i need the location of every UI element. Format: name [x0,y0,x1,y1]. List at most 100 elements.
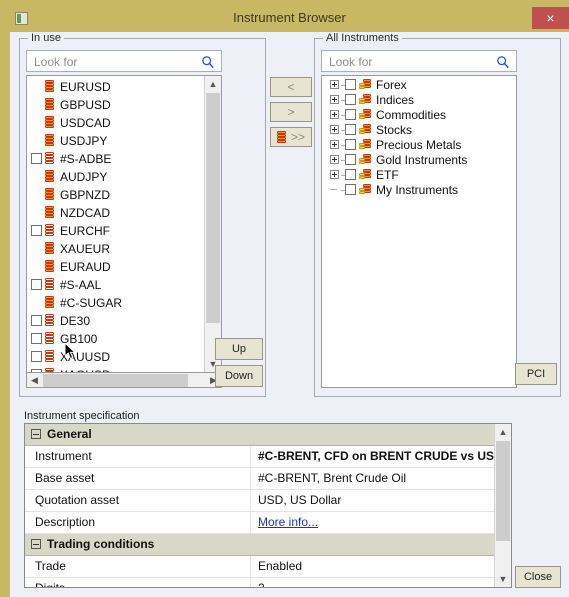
tree-item-checkbox[interactable] [345,169,356,180]
list-item[interactable]: AUDJPY [27,168,204,186]
specification-row: Quotation asset USD, US Dollar [25,490,495,512]
specification-key: Instrument [35,449,92,463]
list-item[interactable]: EURAUD [27,258,204,276]
list-item[interactable]: GBPUSD [27,96,204,114]
specification-value: #C-BRENT, CFD on BRENT CRUDE vs US Dolla… [258,449,495,463]
list-item-label: EURUSD [60,80,111,94]
list-item-label: GB100 [60,332,98,346]
list-item[interactable]: XAUUSD [27,348,204,366]
tree-item-checkbox[interactable] [345,109,356,120]
specification-key: Description [35,515,96,529]
expand-plus-icon[interactable] [330,155,339,164]
list-item-checkbox[interactable] [31,279,42,290]
move-selected-right-button[interactable]: > [270,102,312,122]
move-up-button[interactable]: Up [215,338,263,360]
tree-item-checkbox[interactable] [345,94,356,105]
move-all-right-button[interactable]: >> [270,127,312,147]
tree-item[interactable]: Stocks [322,123,516,138]
tree-item[interactable]: ETF [322,168,516,183]
window-close-button[interactable]: × [532,7,569,29]
list-item[interactable]: #S-AAL [27,276,204,294]
expand-plus-icon[interactable] [330,95,339,104]
instrument-group-icon [359,79,372,90]
instrument-browser-window: Instrument Browser × In use EURUSD GBPUSD… [0,0,569,597]
move-all-label: >> [290,130,305,144]
specification-vertical-scrollbar[interactable]: ▲ ▼ [494,424,511,587]
list-item[interactable]: GB100 [27,330,204,348]
list-item-label: XAUUSD [60,350,111,364]
list-item[interactable]: XAGUSD [27,366,204,372]
instrument-icon [45,314,54,327]
hscrollbar-thumb[interactable] [43,374,188,387]
list-item[interactable]: NZDCAD [27,204,204,222]
tree-item[interactable]: My Instruments [322,183,516,198]
tree-item[interactable]: Forex [322,78,516,93]
scroll-down-icon[interactable]: ▼ [495,571,511,587]
in-use-list[interactable]: EURUSD GBPUSD USDCAD USDJPY #S-ADBE AUDJPY GBP… [26,75,222,373]
tree-item-checkbox[interactable] [345,184,356,195]
specification-value: USD, US Dollar [258,493,342,507]
instrument-icon [45,134,54,147]
tree-item-checkbox[interactable] [345,79,356,90]
in-use-search[interactable] [26,50,222,73]
pci-button[interactable]: PCI [515,363,557,385]
list-item-label: XAGUSD [58,366,113,372]
instrument-specification-table[interactable]: General Instrument #C-BRENT, CFD on BRENT … [24,423,512,588]
specification-row: Trade Enabled [25,556,495,578]
list-item-checkbox[interactable] [31,315,42,326]
list-item[interactable]: #S-ADBE [27,150,204,168]
tree-item[interactable]: Gold Instruments [322,153,516,168]
in-use-search-input[interactable] [32,51,196,73]
expand-plus-icon[interactable] [330,110,339,119]
expand-plus-icon[interactable] [330,80,339,89]
tree-item-checkbox[interactable] [345,139,356,150]
in-use-list-horizontal-scrollbar[interactable]: ◀ ▶ [26,373,222,388]
list-item[interactable]: USDCAD [27,114,204,132]
in-use-list-vertical-scrollbar[interactable]: ▲ ▼ [204,76,221,372]
list-item[interactable]: XAUEUR [27,240,204,258]
list-item-checkbox[interactable] [31,351,42,362]
expand-plus-icon[interactable] [330,125,339,134]
all-instruments-tree[interactable]: Forex Indices Commodities Stocks Precious Me… [321,75,517,388]
tree-item-label: Indices [376,93,415,107]
tree-item-label: ETF [376,168,399,182]
scroll-left-icon[interactable]: ◀ [27,373,42,388]
list-item[interactable]: USDJPY [27,132,204,150]
list-item[interactable]: EURCHF [27,222,204,240]
dialog-client-area: In use EURUSD GBPUSD USDCAD USDJPY #S-ADBE AU… [10,32,569,597]
scrollbar-thumb[interactable] [496,441,510,541]
scrollbar-thumb[interactable] [206,93,220,323]
list-item[interactable]: GBPNZD [27,186,204,204]
scroll-up-icon[interactable]: ▲ [495,424,511,440]
list-item-checkbox[interactable] [31,153,42,164]
tree-item[interactable]: Indices [322,93,516,108]
list-item[interactable]: DE30 [27,312,204,330]
specification-key: General [47,427,92,441]
expand-plus-icon[interactable] [330,140,339,149]
tree-item-checkbox[interactable] [345,154,356,165]
scroll-up-icon[interactable]: ▲ [205,76,221,92]
list-item[interactable]: #C-SUGAR [27,294,204,312]
list-item-label: GBPUSD [60,98,111,112]
expand-plus-icon[interactable] [330,170,339,179]
tree-item[interactable]: Precious Metals [322,138,516,153]
close-button[interactable]: Close [515,566,561,588]
instrument-icon [45,206,54,219]
list-item-label: NZDCAD [60,206,110,220]
more-info-link[interactable]: More info... [258,515,318,529]
instrument-group-icon [359,154,372,165]
instrument-group-icon [359,184,372,195]
tree-item-checkbox[interactable] [345,124,356,135]
list-item-checkbox[interactable] [31,225,42,236]
tree-item[interactable]: Commodities [322,108,516,123]
move-down-button[interactable]: Down [215,365,263,387]
instrument-specification-caption: Instrument specification [24,410,140,422]
instrument-icon [45,296,54,309]
tree-branch-icon [330,185,339,194]
list-item[interactable]: EURUSD [27,78,204,96]
all-instruments-search-input[interactable] [327,51,491,73]
instrument-icon [45,188,54,201]
list-item-checkbox[interactable] [31,333,42,344]
all-instruments-search[interactable] [321,50,517,73]
move-selected-left-button[interactable]: < [270,77,312,97]
